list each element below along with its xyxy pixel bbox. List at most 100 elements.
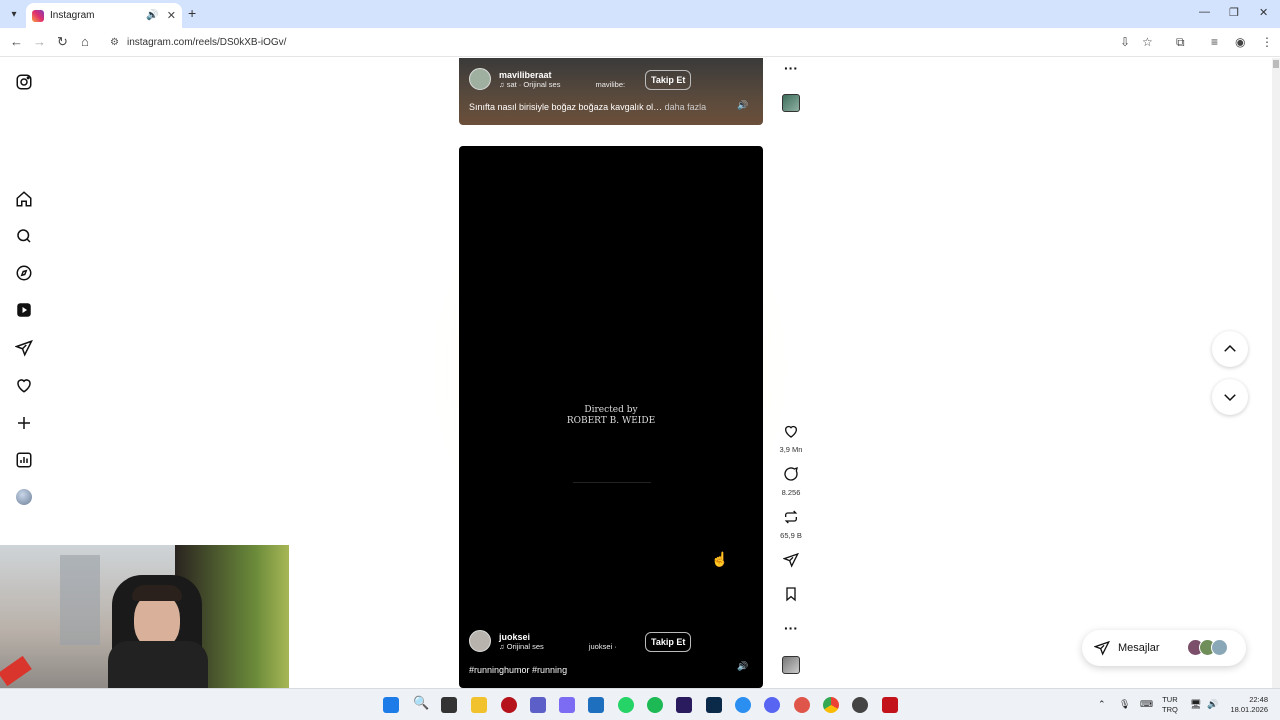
photoshop-icon[interactable]	[706, 697, 722, 713]
messages-label: Mesajlar	[1118, 642, 1160, 654]
audio-label[interactable]: ♫ Orijinal ses	[499, 642, 544, 651]
profile-icon[interactable]: ◉	[1235, 35, 1245, 49]
whatsapp-icon[interactable]	[618, 697, 634, 713]
mute-icon[interactable]: 🔊	[737, 661, 748, 672]
file-explorer-icon[interactable]	[471, 697, 487, 713]
back-icon[interactable]: ←	[10, 34, 23, 49]
copilot-icon[interactable]	[559, 697, 575, 713]
obs-icon[interactable]	[852, 697, 868, 713]
mouse-cursor: ☝	[711, 551, 729, 567]
tab-audio-icon[interactable]: 🔊	[146, 10, 158, 21]
home-icon[interactable]: ⌂	[81, 34, 89, 49]
mute-icon[interactable]: 🔊	[737, 100, 748, 111]
save-button[interactable]	[776, 586, 806, 607]
network-icon[interactable]: 🖥	[1190, 699, 1201, 709]
audio-label[interactable]: ♫ sat · Orijinal ses	[499, 80, 560, 89]
premiere-icon[interactable]	[676, 697, 692, 713]
messages-nav-icon[interactable]	[14, 338, 34, 358]
app-icon[interactable]	[882, 697, 898, 713]
home-nav-icon[interactable]	[14, 189, 34, 209]
taskbar: 🔍 ⌃ 🎙 ⌨ TUR TRQ 🖥 🔊 22:48 18.01.2026	[0, 688, 1280, 720]
tray-expand-icon[interactable]: ⌃	[1098, 699, 1106, 709]
credit-line-2: ROBERT B. WEIDE	[566, 416, 656, 426]
spotify-icon[interactable]	[647, 697, 663, 713]
author-avatar[interactable]	[469, 630, 491, 652]
author-username[interactable]: juoksei	[499, 632, 544, 642]
author-avatar[interactable]	[469, 68, 491, 90]
messages-pill[interactable]: Mesajlar	[1082, 630, 1246, 666]
edge-icon[interactable]	[735, 697, 751, 713]
author-username[interactable]: maviliberaat	[499, 70, 560, 80]
collab-name[interactable]: juoksei ·	[589, 642, 617, 651]
window-close-icon[interactable]: ✕	[1259, 6, 1268, 19]
page-scrollbar[interactable]	[1272, 58, 1280, 688]
install-app-icon[interactable]: ⇩	[1120, 35, 1130, 49]
tab-close-icon[interactable]: ✕	[167, 9, 176, 22]
address-bar[interactable]: ⚙ instagram.com/reels/DS0kXB-iOGv/	[104, 31, 1144, 54]
volume-icon[interactable]: 🔊	[1207, 699, 1218, 709]
repost-icon	[784, 510, 798, 524]
browser-toolbar: ← → ↻ ⌂ ⚙ instagram.com/reels/DS0kXB-iOG…	[0, 28, 1280, 57]
more-link[interactable]: daha fazla	[665, 102, 707, 112]
chrome-icon[interactable]	[823, 697, 839, 713]
reel-author: maviliberaat ♫ sat · Orijinal ses mavili…	[469, 68, 625, 90]
profile-avatar[interactable]	[14, 487, 34, 507]
tab-instagram[interactable]: Instagram 🔊 ✕	[26, 3, 182, 28]
create-plus-icon[interactable]	[14, 413, 34, 433]
follow-button[interactable]: Takip Et	[645, 632, 692, 652]
like-count: 3,9 Mn	[779, 445, 803, 454]
more-options-icon[interactable]: ···	[776, 620, 806, 636]
teams-icon[interactable]	[530, 697, 546, 713]
extensions-icon[interactable]: ⧉	[1176, 35, 1185, 50]
comment-count: 8.256	[781, 488, 801, 497]
explore-nav-icon[interactable]	[14, 263, 34, 283]
previous-reel-button[interactable]	[1212, 331, 1248, 367]
video-credit: Directed by ROBERT B. WEIDE	[459, 405, 763, 427]
app-icon[interactable]	[501, 697, 517, 713]
bookmark-star-icon[interactable]: ☆	[1142, 35, 1153, 49]
site-info-icon[interactable]: ⚙	[110, 37, 119, 48]
app-icon[interactable]	[794, 697, 810, 713]
audio-thumbnail[interactable]	[776, 656, 806, 679]
more-options-icon[interactable]: ···	[776, 60, 806, 76]
search-nav-icon[interactable]	[14, 226, 34, 246]
reel-card-current[interactable]: Directed by ROBERT B. WEIDE juoksei ♫ Or…	[459, 146, 763, 688]
discord-icon[interactable]	[764, 697, 780, 713]
keyboard-icon[interactable]: ⌨	[1140, 699, 1153, 709]
instagram-logo-icon[interactable]	[14, 72, 34, 92]
follow-button[interactable]: Takip Et	[645, 70, 692, 90]
like-button[interactable]: 3,9 Mn	[776, 423, 806, 454]
heart-icon	[785, 425, 797, 438]
notifications-heart-icon[interactable]	[14, 375, 34, 395]
chrome-menu-icon[interactable]: ⋮	[1261, 35, 1273, 49]
dashboard-icon[interactable]	[14, 450, 34, 470]
share-button[interactable]	[776, 552, 806, 573]
audio-thumbnail[interactable]	[776, 94, 806, 117]
comment-button[interactable]: 8.256	[776, 466, 806, 497]
language-code: TUR	[1162, 695, 1178, 704]
search-icon[interactable]: 🔍	[413, 695, 429, 711]
credit-line-1: Directed by	[584, 405, 638, 415]
send-icon	[1094, 640, 1110, 656]
language-indicator[interactable]: TUR TRQ	[1162, 695, 1178, 715]
minimize-icon[interactable]: —	[1199, 6, 1210, 18]
clock-date: 18.01.2026	[1230, 705, 1268, 714]
next-reel-button[interactable]	[1212, 379, 1248, 415]
repost-button[interactable]: 65,9 B	[776, 509, 806, 540]
reels-nav-icon[interactable]	[14, 300, 34, 320]
instagram-favicon-icon	[32, 9, 44, 22]
tab-search-icon[interactable]: ▾	[6, 6, 22, 22]
store-icon[interactable]	[588, 697, 604, 713]
new-tab-button[interactable]: +	[188, 5, 196, 21]
reading-list-icon[interactable]: ≡	[1211, 35, 1218, 49]
collab-name[interactable]: mavilibe:	[595, 80, 625, 89]
start-icon[interactable]	[383, 697, 399, 713]
forward-icon[interactable]: →	[33, 34, 46, 49]
restore-icon[interactable]: ❐	[1229, 6, 1239, 19]
clock[interactable]: 22:48 18.01.2026	[1224, 695, 1268, 715]
reel-hashtags[interactable]: #runninghumor #running	[469, 665, 567, 675]
mic-icon[interactable]: 🎙	[1119, 699, 1130, 709]
task-view-icon[interactable]	[441, 697, 457, 713]
reload-icon[interactable]: ↻	[57, 34, 68, 50]
reel-card-previous[interactable]: maviliberaat ♫ sat · Orijinal ses mavili…	[459, 58, 763, 125]
